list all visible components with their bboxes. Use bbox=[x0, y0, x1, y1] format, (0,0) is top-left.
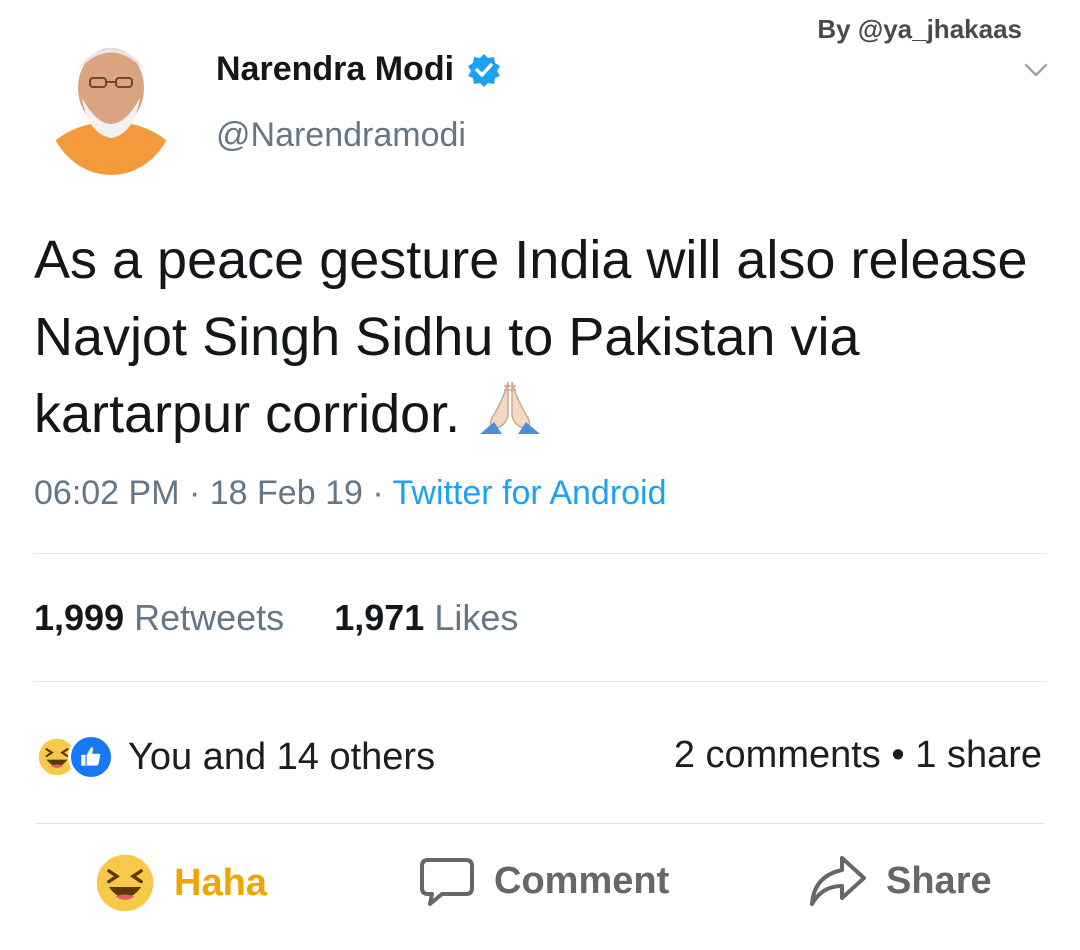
divider bbox=[34, 553, 1046, 554]
reactions-text[interactable]: You and 14 others bbox=[128, 736, 435, 779]
tweet-card: Narendra Modi @Narendramodi As a peace g… bbox=[0, 0, 1080, 690]
engagement-counts: 2 comments • 1 share bbox=[673, 734, 1042, 776]
shares-count[interactable]: 1 share bbox=[915, 734, 1042, 776]
divider bbox=[34, 823, 1046, 824]
retweets-stat[interactable]: 1,999 Retweets bbox=[34, 597, 284, 638]
likes-stat[interactable]: 1,971 Likes bbox=[334, 597, 518, 638]
praying-hands-emoji bbox=[480, 381, 541, 434]
comments-count[interactable]: 2 comments bbox=[674, 734, 881, 776]
divider bbox=[34, 681, 1046, 682]
author-name[interactable]: Narendra Modi bbox=[216, 50, 454, 89]
tweet-source[interactable]: Twitter for Android bbox=[393, 474, 667, 512]
reactions-summary[interactable]: You and 14 others bbox=[34, 734, 435, 780]
comment-label: Comment bbox=[494, 859, 670, 902]
comment-icon bbox=[420, 858, 474, 906]
action-bar: Haha Comment Share bbox=[0, 852, 1080, 932]
comment-button[interactable]: Comment bbox=[418, 852, 669, 910]
haha-icon bbox=[96, 854, 154, 912]
haha-label: Haha bbox=[174, 861, 267, 904]
tweet-stats: 1,999 Retweets 1,971 Likes bbox=[34, 597, 518, 639]
author-handle[interactable]: @Narendramodi bbox=[216, 116, 466, 155]
tweet-text: As a peace gesture India will also relea… bbox=[34, 230, 1028, 444]
tweet-date: 18 Feb 19 bbox=[209, 474, 363, 512]
haha-button[interactable]: Haha bbox=[94, 852, 267, 914]
tweet-time: 06:02 PM bbox=[34, 474, 180, 512]
like-reaction-icon bbox=[68, 734, 114, 780]
verified-badge-icon bbox=[468, 53, 501, 87]
share-label: Share bbox=[886, 859, 992, 902]
share-button[interactable]: Share bbox=[808, 852, 992, 910]
avatar[interactable] bbox=[46, 30, 176, 175]
tweet-meta: 06:02 PM · 18 Feb 19 · Twitter for Andro… bbox=[34, 474, 667, 512]
share-icon bbox=[810, 856, 866, 906]
